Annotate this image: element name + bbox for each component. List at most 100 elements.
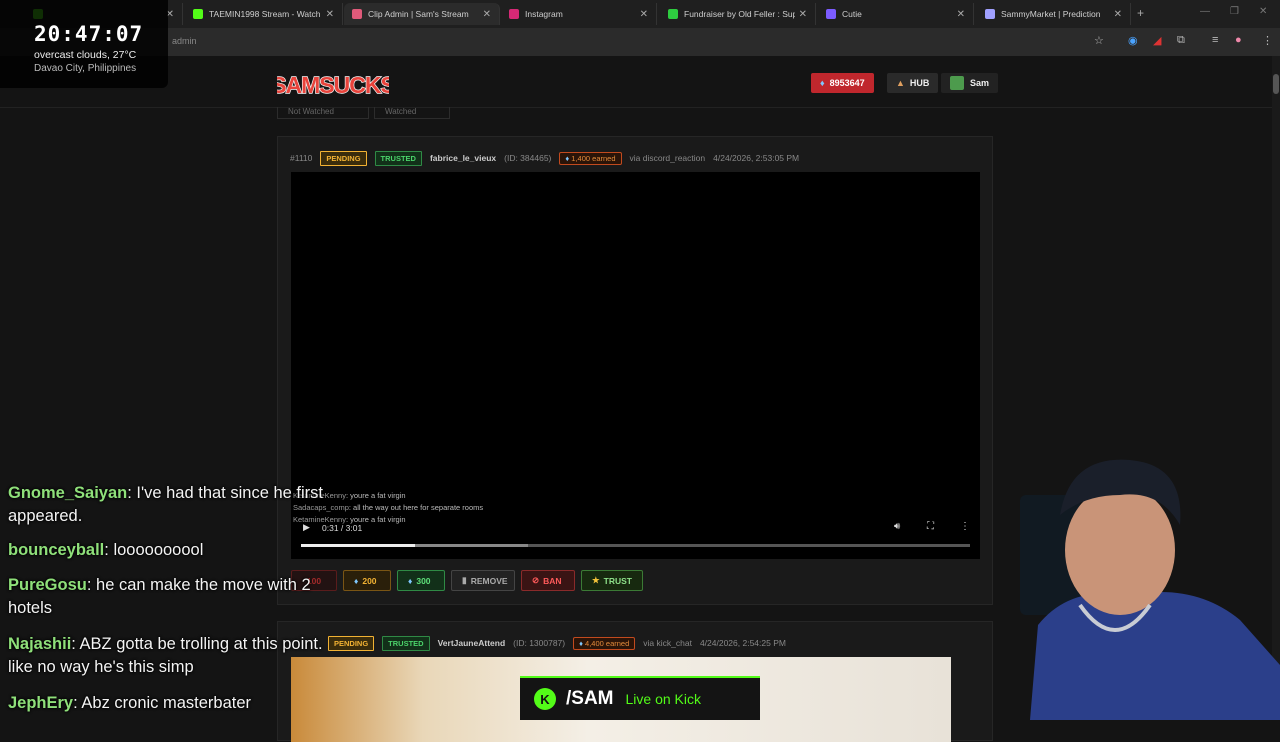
button-label: BAN bbox=[543, 575, 562, 586]
close-tab-icon[interactable]: ✕ bbox=[483, 9, 491, 20]
earned-badge: ♦ 1,400 earned bbox=[559, 151, 622, 165]
hub-button[interactable]: ▲ HUB bbox=[887, 73, 939, 93]
address-bar[interactable]: admin bbox=[0, 28, 1280, 56]
button-label: REMOVE bbox=[470, 575, 508, 586]
points-button[interactable]: ♦ 8953647 bbox=[811, 73, 874, 93]
chat-text: : loooooooool bbox=[104, 541, 204, 559]
browser-tab-bar: ✕ TAEMIN1998 Stream - Watch L ✕ Clip Adm… bbox=[0, 0, 1280, 28]
clock-time: 20:47:07 bbox=[34, 22, 144, 46]
earned-badge: ♦ 4,400 earned bbox=[573, 636, 636, 650]
site-favicon-icon bbox=[826, 9, 836, 19]
bookmark-star-icon[interactable]: ☆ bbox=[1094, 34, 1104, 47]
earned-value: 1,400 earned bbox=[571, 153, 616, 163]
browser-tab-cutie[interactable]: Cutie ✕ bbox=[818, 3, 974, 25]
button-label: 200 bbox=[362, 575, 377, 586]
media-control-icon[interactable]: ≡ bbox=[1212, 34, 1218, 46]
tab-title: Cutie bbox=[842, 9, 862, 19]
trash-icon: ▮ bbox=[462, 575, 467, 585]
url-text[interactable]: admin bbox=[172, 36, 197, 46]
volume-icon[interactable]: 🔊︎ bbox=[894, 521, 900, 532]
weather-text: overcast clouds, 27°C bbox=[34, 49, 137, 61]
submitter-id: (ID: 384465) bbox=[504, 153, 552, 163]
gem-icon: ♦ bbox=[408, 575, 413, 586]
samsucks-logo[interactable]: SAMSUCKS bbox=[277, 66, 389, 102]
face-shape bbox=[1065, 485, 1175, 615]
browser-tab-sammymarket[interactable]: SammyMarket | Prediction ✕ bbox=[977, 3, 1131, 25]
tab-title: TAEMIN1998 Stream - Watch L bbox=[209, 9, 322, 19]
browser-tab-fundraiser[interactable]: Fundraiser by Old Feller : Supp ✕ bbox=[660, 3, 816, 25]
site-navbar: SAMSUCKS ♦ 8953647 ▲ HUB Sam bbox=[0, 56, 1272, 108]
points-value: 8953647 bbox=[829, 78, 865, 88]
location-text: Davao City, Philippines bbox=[34, 63, 137, 74]
clip-meta-row: #1110 PENDING TRUSTED fabrice_le_vieux (… bbox=[290, 150, 980, 166]
trusted-badge: TRUSTED bbox=[382, 635, 430, 651]
hub-label: HUB bbox=[909, 78, 930, 88]
browser-tab-clip-admin[interactable]: Clip Admin | Sam's Stream ✕ bbox=[344, 3, 500, 25]
chat-message: PureGosu: he can make the move with 2 ho… bbox=[8, 574, 348, 620]
clip-id: #1110 bbox=[290, 153, 313, 163]
tab-title: SammyMarket | Prediction bbox=[1001, 9, 1101, 19]
clock-weather-widget: 20:47:07 overcast clouds, 27°C Davao Cit… bbox=[0, 0, 168, 88]
browser-menu-icon[interactable]: ⋮ bbox=[1262, 34, 1273, 47]
video-player[interactable]: KetamineKenny: youre a fat virgin Sadaca… bbox=[291, 172, 980, 559]
kick-logo-icon: K bbox=[534, 688, 556, 710]
chat-username: bounceyball bbox=[8, 541, 105, 559]
site-favicon-icon bbox=[985, 9, 995, 19]
trusted-badge: TRUSTED bbox=[374, 150, 422, 166]
chat-username: PureGosu bbox=[8, 576, 87, 594]
user-avatar bbox=[950, 76, 964, 90]
profile-avatar-icon[interactable]: ● bbox=[1235, 34, 1242, 46]
fullscreen-icon[interactable]: ⛶ bbox=[927, 521, 934, 532]
user-menu-button[interactable]: Sam bbox=[941, 73, 999, 93]
video-progress-track[interactable] bbox=[301, 544, 970, 547]
close-tab-icon[interactable]: ✕ bbox=[640, 9, 648, 20]
star-icon: ★ bbox=[592, 575, 600, 585]
remove-button[interactable]: ▮ REMOVE bbox=[451, 570, 515, 591]
extensions-puzzle-icon[interactable]: ⧉ bbox=[1177, 34, 1185, 47]
submitter-name[interactable]: VertJauneAttend bbox=[438, 638, 506, 648]
chat-username: Najashii bbox=[8, 635, 72, 653]
user-name: Sam bbox=[970, 78, 990, 88]
more-options-icon[interactable]: ⋮ bbox=[960, 521, 970, 532]
chat-message: JephEry: Abz cronic masterbater bbox=[8, 692, 348, 715]
extension-icon[interactable]: ◢ bbox=[1153, 34, 1161, 47]
stream-chat-overlay: Gnome_Saiyan: I've had that since he fir… bbox=[0, 480, 360, 720]
browser-tab-taemin[interactable]: TAEMIN1998 Stream - Watch L ✕ bbox=[185, 3, 343, 25]
close-tab-icon[interactable]: ✕ bbox=[1114, 9, 1122, 20]
minimize-icon[interactable]: — bbox=[1200, 6, 1210, 17]
submitter-name[interactable]: fabrice_le_vieux bbox=[430, 153, 496, 163]
clip-card: #1110 PENDING TRUSTED fabrice_le_vieux (… bbox=[277, 136, 993, 605]
close-tab-icon[interactable]: ✕ bbox=[957, 9, 965, 20]
button-label: TRUST bbox=[603, 575, 632, 586]
chat-message: bounceyball: loooooooool bbox=[8, 539, 348, 562]
filter-label: Watched bbox=[385, 107, 417, 116]
tab-title: Fundraiser by Old Feller : Supp bbox=[684, 9, 795, 19]
instagram-favicon-icon bbox=[509, 9, 519, 19]
award-300-button[interactable]: ♦ 300 bbox=[397, 570, 445, 591]
close-tab-icon[interactable]: ✕ bbox=[326, 9, 334, 20]
chat-message: Najashii: ABZ gotta be trolling at this … bbox=[8, 633, 348, 679]
extension-audio-icon[interactable]: ◉ bbox=[1128, 34, 1138, 47]
kick-live-banner: K /SAM Live on Kick bbox=[520, 676, 760, 720]
streamer-webcam bbox=[1020, 459, 1280, 720]
close-tab-icon[interactable]: ✕ bbox=[799, 9, 807, 20]
clip-meta-row: PENDING TRUSTED VertJauneAttend (ID: 130… bbox=[290, 635, 980, 651]
filter-watched[interactable]: Watched bbox=[374, 107, 450, 119]
scrollbar-thumb[interactable] bbox=[1273, 74, 1279, 94]
maximize-icon[interactable]: ❐ bbox=[1230, 6, 1239, 17]
chat-username: JephEry bbox=[8, 694, 74, 712]
browser-tab-instagram[interactable]: Instagram ✕ bbox=[501, 3, 657, 25]
trust-button[interactable]: ★ TRUST bbox=[581, 570, 643, 591]
chat-username: Gnome_Saiyan bbox=[8, 484, 128, 502]
gem-icon: ♦ bbox=[820, 78, 825, 88]
earned-value: 4,400 earned bbox=[585, 638, 630, 648]
submitter-id: (ID: 1300787) bbox=[513, 638, 566, 648]
ban-button[interactable]: ⊘ BAN bbox=[521, 570, 575, 591]
tab-title: Clip Admin | Sam's Stream bbox=[368, 9, 469, 19]
new-tab-icon[interactable]: + bbox=[1137, 6, 1144, 20]
filter-not-watched[interactable]: Not Watched bbox=[277, 107, 369, 119]
hub-icon: ▲ bbox=[896, 78, 905, 88]
close-window-icon[interactable]: ✕ bbox=[1259, 6, 1267, 17]
kick-favicon-icon bbox=[193, 9, 203, 19]
status-badge: PENDING bbox=[320, 150, 367, 166]
